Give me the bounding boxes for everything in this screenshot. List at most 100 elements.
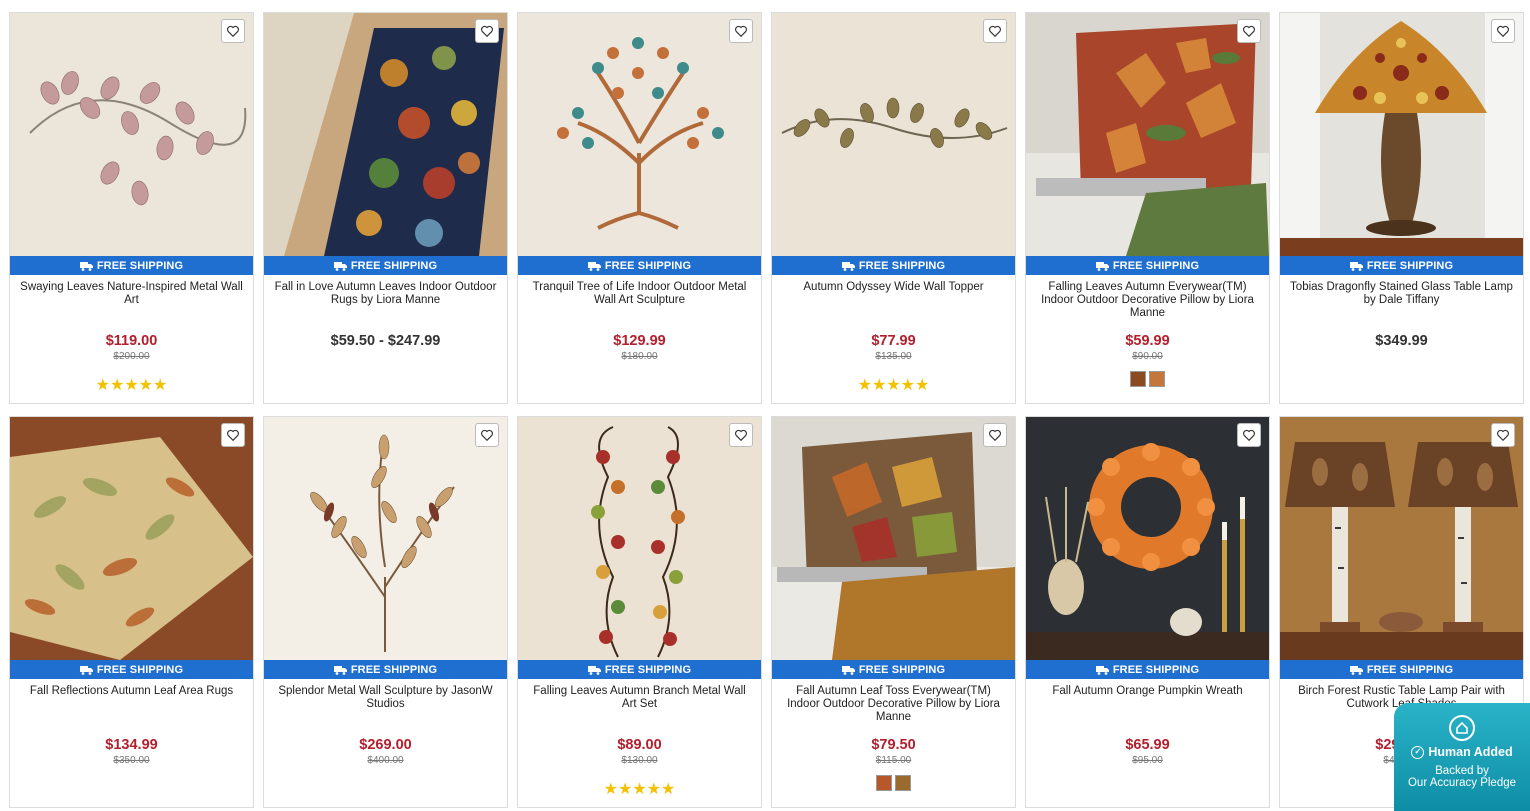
star-rating: ★★★★★ bbox=[603, 781, 676, 798]
accuracy-pledge-badge[interactable]: ✓ Human Added Backed by Our Accuracy Ple… bbox=[1394, 703, 1530, 811]
wishlist-button[interactable] bbox=[1237, 423, 1261, 447]
product-title[interactable]: Tranquil Tree of Life Indoor Outdoor Met… bbox=[518, 275, 761, 319]
color-swatch[interactable] bbox=[1130, 371, 1146, 387]
product-card[interactable]: FREE SHIPPING Tobias Dragonfly Stained G… bbox=[1279, 12, 1524, 404]
truck-icon bbox=[79, 261, 93, 271]
product-card[interactable]: FREE SHIPPING Autumn Odyssey Wide Wall T… bbox=[771, 12, 1016, 404]
product-price: $77.99 bbox=[871, 333, 916, 349]
product-title[interactable]: Swaying Leaves Nature-Inspired Metal Wal… bbox=[10, 275, 253, 319]
free-shipping-banner: FREE SHIPPING bbox=[264, 256, 507, 275]
truck-icon bbox=[587, 665, 601, 675]
truck-icon bbox=[1349, 261, 1363, 271]
heart-icon bbox=[481, 429, 493, 442]
heart-icon bbox=[227, 25, 239, 38]
wishlist-button[interactable] bbox=[983, 19, 1007, 43]
color-swatch[interactable] bbox=[895, 775, 911, 791]
wishlist-button[interactable] bbox=[475, 423, 499, 447]
free-shipping-label: FREE SHIPPING bbox=[1112, 663, 1200, 676]
free-shipping-label: FREE SHIPPING bbox=[1366, 259, 1454, 272]
badge-title: Human Added bbox=[1428, 745, 1513, 759]
house-icon bbox=[1449, 715, 1475, 741]
badge-line-2: Our Accuracy Pledge bbox=[1407, 777, 1517, 789]
truck-icon bbox=[333, 665, 347, 675]
product-price: $119.00 bbox=[105, 333, 158, 349]
product-image[interactable] bbox=[1280, 13, 1523, 256]
product-card[interactable]: FREE SHIPPING Falling Leaves Autumn Ever… bbox=[1025, 12, 1270, 404]
free-shipping-label: FREE SHIPPING bbox=[604, 663, 692, 676]
free-shipping-banner: FREE SHIPPING bbox=[1026, 256, 1269, 275]
original-price: $350.00 bbox=[113, 755, 150, 766]
color-swatch[interactable] bbox=[1149, 371, 1165, 387]
wishlist-button[interactable] bbox=[729, 19, 753, 43]
free-shipping-label: FREE SHIPPING bbox=[350, 259, 438, 272]
free-shipping-label: FREE SHIPPING bbox=[1366, 663, 1454, 676]
heart-icon bbox=[481, 25, 493, 38]
wishlist-button[interactable] bbox=[1491, 423, 1515, 447]
product-grid: FREE SHIPPING Swaying Leaves Nature-Insp… bbox=[9, 12, 1524, 808]
free-shipping-label: FREE SHIPPING bbox=[858, 663, 946, 676]
product-card[interactable]: FREE SHIPPING Fall Autumn Leaf Toss Ever… bbox=[771, 416, 1016, 808]
product-title[interactable]: Autumn Odyssey Wide Wall Topper bbox=[772, 275, 1015, 319]
product-title[interactable]: Falling Leaves Autumn Branch Metal Wall … bbox=[518, 679, 761, 723]
product-card[interactable]: FREE SHIPPING Fall in Love Autumn Leaves… bbox=[263, 12, 508, 404]
truck-icon bbox=[1095, 665, 1109, 675]
free-shipping-banner: FREE SHIPPING bbox=[264, 660, 507, 679]
product-image[interactable] bbox=[1026, 417, 1269, 660]
product-title[interactable]: Falling Leaves Autumn Everywear(TM) Indo… bbox=[1026, 275, 1269, 319]
truck-icon bbox=[841, 665, 855, 675]
product-title[interactable]: Fall in Love Autumn Leaves Indoor Outdoo… bbox=[264, 275, 507, 319]
free-shipping-banner: FREE SHIPPING bbox=[1280, 256, 1523, 275]
original-price: $180.00 bbox=[621, 351, 658, 362]
product-image[interactable] bbox=[10, 13, 253, 256]
heart-icon bbox=[1497, 25, 1509, 38]
free-shipping-label: FREE SHIPPING bbox=[96, 663, 184, 676]
product-title[interactable]: Fall Reflections Autumn Leaf Area Rugs bbox=[10, 679, 253, 723]
product-image[interactable] bbox=[1026, 13, 1269, 256]
product-image[interactable] bbox=[518, 13, 761, 256]
wishlist-button[interactable] bbox=[221, 19, 245, 43]
heart-icon bbox=[1243, 25, 1255, 38]
product-title[interactable]: Splendor Metal Wall Sculpture by JasonW … bbox=[264, 679, 507, 723]
product-title[interactable]: Fall Autumn Leaf Toss Everywear(TM) Indo… bbox=[772, 679, 1015, 723]
star-rating: ★★★★★ bbox=[857, 377, 930, 394]
product-image[interactable] bbox=[518, 417, 761, 660]
original-price: $95.00 bbox=[1132, 755, 1163, 766]
product-card[interactable]: FREE SHIPPING Swaying Leaves Nature-Insp… bbox=[9, 12, 254, 404]
wishlist-button[interactable] bbox=[475, 19, 499, 43]
product-image[interactable] bbox=[264, 417, 507, 660]
star-rating: ★★★★★ bbox=[95, 377, 168, 394]
truck-icon bbox=[1095, 261, 1109, 271]
wishlist-button[interactable] bbox=[983, 423, 1007, 447]
heart-icon bbox=[1243, 429, 1255, 442]
product-image[interactable] bbox=[772, 13, 1015, 256]
product-price: $59.99 bbox=[1125, 333, 1170, 349]
free-shipping-label: FREE SHIPPING bbox=[858, 259, 946, 272]
color-swatch[interactable] bbox=[876, 775, 892, 791]
product-card[interactable]: FREE SHIPPING Tranquil Tree of Life Indo… bbox=[517, 12, 762, 404]
original-price: $135.00 bbox=[875, 351, 912, 362]
product-card[interactable]: FREE SHIPPING Falling Leaves Autumn Bran… bbox=[517, 416, 762, 808]
heart-icon bbox=[1497, 429, 1509, 442]
product-image[interactable] bbox=[264, 13, 507, 256]
product-title[interactable]: Fall Autumn Orange Pumpkin Wreath bbox=[1026, 679, 1269, 723]
original-price: $90.00 bbox=[1132, 351, 1163, 362]
product-card[interactable]: FREE SHIPPING Fall Reflections Autumn Le… bbox=[9, 416, 254, 808]
wishlist-button[interactable] bbox=[729, 423, 753, 447]
product-card[interactable]: FREE SHIPPING Fall Autumn Orange Pumpkin… bbox=[1025, 416, 1270, 808]
product-title[interactable]: Tobias Dragonfly Stained Glass Table Lam… bbox=[1280, 275, 1523, 319]
heart-icon bbox=[227, 429, 239, 442]
product-image[interactable] bbox=[1280, 417, 1523, 660]
product-image[interactable] bbox=[772, 417, 1015, 660]
truck-icon bbox=[79, 665, 93, 675]
heart-icon bbox=[735, 25, 747, 38]
product-price: $79.50 bbox=[871, 737, 916, 753]
original-price: $130.00 bbox=[621, 755, 658, 766]
wishlist-button[interactable] bbox=[1491, 19, 1515, 43]
wishlist-button[interactable] bbox=[221, 423, 245, 447]
wishlist-button[interactable] bbox=[1237, 19, 1261, 43]
product-image[interactable] bbox=[10, 417, 253, 660]
free-shipping-banner: FREE SHIPPING bbox=[1026, 660, 1269, 679]
product-card[interactable]: FREE SHIPPING Splendor Metal Wall Sculpt… bbox=[263, 416, 508, 808]
original-price: $200.00 bbox=[113, 351, 150, 362]
product-price: $59.50 - $247.99 bbox=[330, 333, 441, 349]
